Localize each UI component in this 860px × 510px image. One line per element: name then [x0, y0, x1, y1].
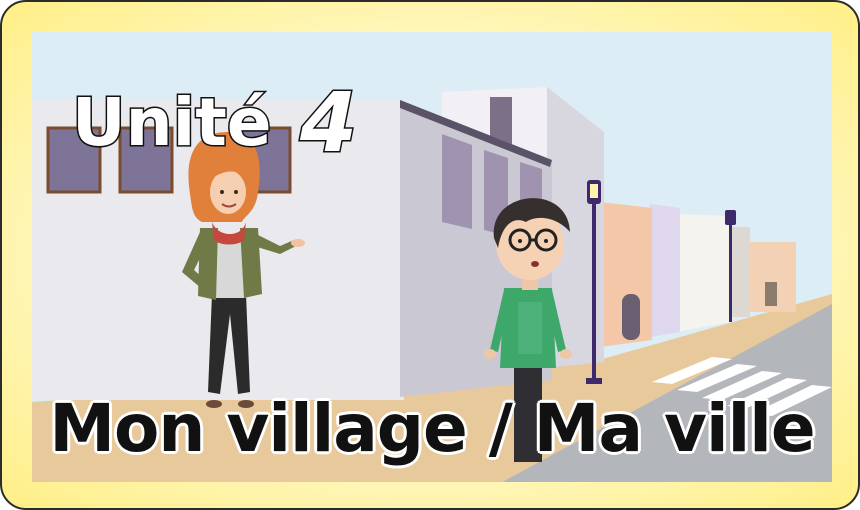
title-card: Unité 4 Mon village / Ma ville	[0, 0, 860, 510]
page-title: Mon village / Ma ville	[49, 390, 815, 467]
unit-number: 4	[298, 75, 358, 173]
unit-label: Unité	[71, 83, 274, 163]
